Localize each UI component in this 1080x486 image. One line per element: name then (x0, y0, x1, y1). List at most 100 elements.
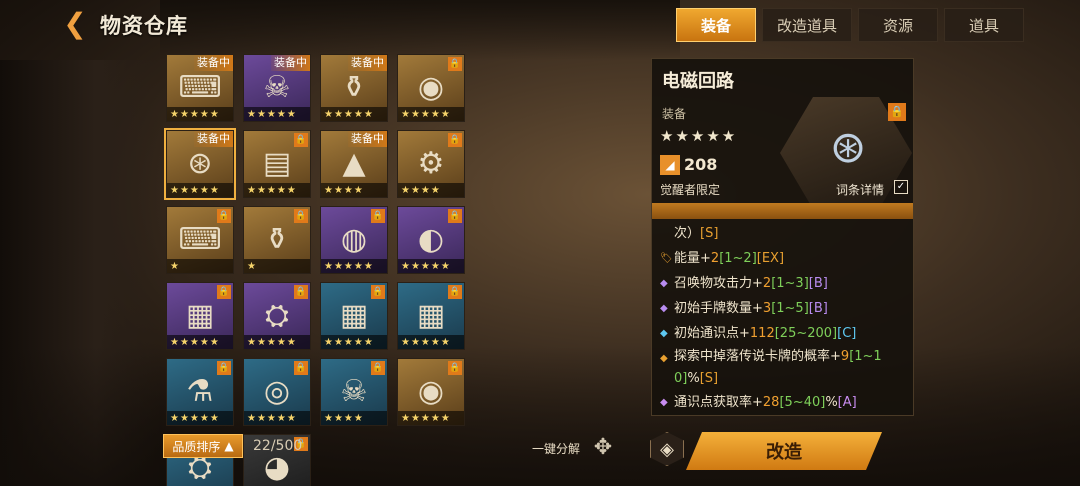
item-stars: ★★★★★ (398, 411, 464, 425)
item-stars: ★ (167, 259, 233, 273)
lamp-device-icon: ◐ (417, 221, 445, 257)
tab-modify-items[interactable]: 改造道具 (762, 8, 852, 42)
item-stars: ★★★★★ (244, 335, 310, 349)
lock-icon: 🔒 (371, 285, 385, 299)
affix-partial: 次）[S] (660, 221, 910, 246)
inventory-item-orb-device[interactable]: ◉ 🔒 ★★★★★ (397, 54, 465, 122)
chevron-left-icon: ❮ (63, 6, 87, 40)
equipped-badge: 装备中 (271, 55, 310, 71)
lock-icon: 🔒 (448, 285, 462, 299)
battery-pack-icon: ▤ (262, 145, 292, 181)
inventory-item-terminal-2[interactable]: ⌨ 🔒 ★ (166, 206, 234, 274)
affix-text: 探索中掉落传说卡牌的概率+9[1~1 0]%[S] (674, 349, 882, 386)
item-power: 208 (684, 155, 718, 174)
lock-icon: 🔒 (448, 361, 462, 375)
header: ❮ 物资仓库 装备 改造道具 资源 道具 (0, 0, 1080, 50)
orb-device-icon: ◉ (417, 69, 445, 105)
affix-text: 初始手牌数量+3[1~5][B] (674, 301, 828, 316)
lock-icon: 🔒 (294, 133, 308, 147)
tab-equipment[interactable]: 装备 (676, 8, 756, 42)
item-stars: ★★★★★ (167, 107, 233, 121)
lock-icon: 🔒 (294, 285, 308, 299)
affix-detail-checkbox[interactable]: ✓ (894, 180, 908, 194)
inventory-item-red-coil[interactable]: ◎ 🔒 ★★★★★ (243, 358, 311, 426)
inventory-item-scanner-pad-3[interactable]: ▦ 🔒 ★★★★★ (397, 282, 465, 350)
item-stars: ★ (244, 259, 310, 273)
inventory-item-scanner-pad-2[interactable]: ▦ 🔒 ★★★★★ (320, 282, 388, 350)
item-stars: ★★★★★ (321, 259, 387, 273)
affix-text: 通识点获取率+28[5~40]%[A] (674, 395, 857, 410)
inventory-item-flask[interactable]: ⚗ 🔒 ★★★★★ (166, 358, 234, 426)
demon-mask-icon: ☠ (263, 69, 291, 105)
affix-detail-link[interactable]: 词条详情 (836, 181, 884, 198)
inventory-item-orb-device-2[interactable]: ◉ 🔒 ★★★★★ (397, 358, 465, 426)
item-stars: ★★★★★ (167, 335, 233, 349)
dismantle-all-label[interactable]: 一键分解 (532, 440, 580, 457)
lock-icon: 🔒 (371, 361, 385, 375)
em-circuit-icon: ⊛ (829, 121, 867, 173)
modify-button[interactable]: 改造 (686, 432, 882, 470)
flask-icon: ⚗ (186, 373, 214, 409)
tab-resources[interactable]: 资源 (858, 8, 938, 42)
inventory-item-missiles-2[interactable]: ⚱ 🔒 ★ (243, 206, 311, 274)
inventory-item-em-circuit[interactable]: ⊛ 装备中 ★★★★★ (164, 128, 236, 200)
inventory-item-terminal[interactable]: ⌨ 装备中 ★★★★★ (166, 54, 234, 122)
em-circuit-icon: ⊛ (187, 145, 213, 181)
missiles-2-icon: ⚱ (264, 221, 290, 257)
page-title: 物资仓库 (100, 14, 188, 38)
affix-text: 召唤物攻击力+2[1~3][B] (674, 276, 828, 291)
demon-mask-2-icon: ☠ (340, 373, 368, 409)
lock-icon[interactable]: 🔒 (888, 103, 906, 121)
affix-bullet-icon: ◆ (660, 303, 668, 314)
affix-partial-text: 次）[S] (674, 226, 719, 241)
affix-row: ◆ 召唤物攻击力+2[1~3][B] (660, 271, 910, 296)
gear-shield-icon: ⚙ (417, 145, 445, 181)
category-tabs: 装备 改造道具 资源 道具 (676, 8, 1024, 42)
inventory-item-bot-drone[interactable]: ◍ 🔒 ★★★★★ (320, 206, 388, 274)
item-name: 电磁回路 (662, 71, 734, 92)
item-stars: ★★★★★ (660, 127, 738, 145)
equipped-badge: 装备中 (348, 131, 387, 147)
tab-items[interactable]: 道具 (944, 8, 1024, 42)
orb-device-2-icon: ◉ (417, 373, 445, 409)
inventory-item-demon-mask-2[interactable]: ☠ 🔒 ★★★★ (320, 358, 388, 426)
dismantle-icon[interactable]: ✥ (588, 432, 618, 462)
item-type: 装备 (662, 107, 687, 121)
sort-quality-button[interactable]: 品质排序 ▲ (163, 434, 243, 458)
affix-row: 🏷 能量+2[1~2][EX] (660, 246, 910, 271)
inventory-item-hover-sled[interactable]: ⛭ 🔒 ★★★★★ (243, 282, 311, 350)
sort-label: 品质排序 (172, 439, 221, 454)
missiles-icon: ⚱ (341, 69, 367, 105)
scanner-pad-icon: ▦ (185, 297, 215, 333)
affix-text: 能量+2[1~2][EX] (674, 251, 785, 266)
affix-bullet-icon: 🏷 (660, 253, 673, 264)
inventory-item-triangle-core[interactable]: ▲ 装备中 ★★★★ (320, 130, 388, 198)
item-stars: ★★★★ (398, 183, 464, 197)
back-button[interactable]: ❮ (58, 6, 92, 40)
item-stars: ★★★★ (321, 411, 387, 425)
lock-icon: 🔒 (371, 209, 385, 223)
inventory-item-battery-pack[interactable]: ▤ 🔒 ★★★★★ (243, 130, 311, 198)
panel-divider (652, 203, 913, 219)
item-stars: ★★★★★ (244, 183, 310, 197)
item-stars: ★★★★★ (167, 183, 233, 197)
affix-text: 初始通识点+112[25~200][C] (674, 326, 857, 341)
hover-sled-icon: ⛭ (265, 297, 289, 333)
item-stars: ★★★★★ (398, 335, 464, 349)
scanner-pad-3-icon: ▦ (416, 297, 446, 333)
lock-icon: 🔒 (448, 57, 462, 71)
affix-bullet-icon: ◆ (660, 278, 668, 289)
affix-row: ◆ 探索中掉落传说卡牌的概率+9[1~1 0]%[S] (660, 346, 910, 390)
triangle-core-icon: ▲ (342, 145, 366, 181)
inventory-item-scanner-pad[interactable]: ▦ 🔒 ★★★★★ (166, 282, 234, 350)
inventory-item-lamp-device[interactable]: ◐ 🔒 ★★★★★ (397, 206, 465, 274)
inventory-item-gear-shield[interactable]: ⚙ 🔒 ★★★★ (397, 130, 465, 198)
inventory-item-missiles[interactable]: ⚱ 装备中 ★★★★★ (320, 54, 388, 122)
inventory-grid: ⌨ 装备中 ★★★★★ ☠ 装备中 ★★★★★ ⚱ 装备中 ★★★★★ ◉ 🔒 ★★★★★ ⊛ 装备中 ★★… (164, 54, 466, 486)
terminal-icon: ⌨ (178, 69, 222, 105)
lock-icon: 🔒 (448, 133, 462, 147)
lock-icon: 🔒 (294, 361, 308, 375)
lock-icon: 🔒 (217, 209, 231, 223)
affix-row: ◆ 通识点获取率+28[5~40]%[A] (660, 390, 910, 415)
inventory-item-demon-mask[interactable]: ☠ 装备中 ★★★★★ (243, 54, 311, 122)
